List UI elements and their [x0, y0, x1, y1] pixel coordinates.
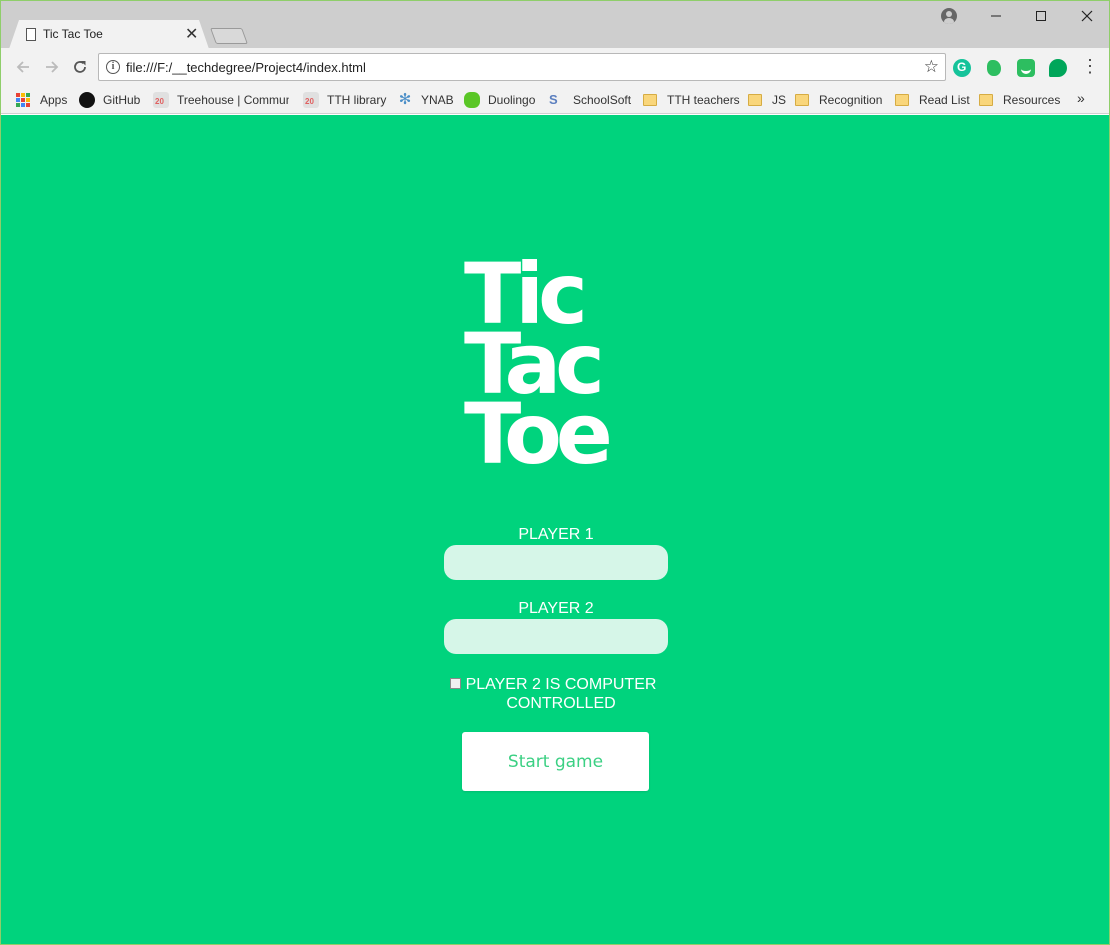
browser-toolbar: i file:///F:/__techdegree/Project4/index…: [1, 48, 1109, 86]
player1-label: PLAYER 1: [518, 526, 594, 543]
folder-icon: [748, 94, 762, 106]
treehouse-icon: [153, 92, 169, 108]
bookmark-ynab[interactable]: ✻ YNAB: [397, 91, 454, 109]
game-logo: Tic Tac Toe: [464, 252, 654, 483]
tab-title: Tic Tac Toe: [43, 27, 103, 41]
browser-window: Tic Tac Toe ✕ i file:///F:/__techdegree/…: [0, 0, 1110, 945]
duolingo-owl-icon: [464, 92, 480, 108]
minimize-button[interactable]: [981, 5, 1011, 27]
github-icon: [79, 92, 95, 108]
maximize-icon: [1036, 11, 1046, 21]
close-icon: [1081, 10, 1093, 22]
page-content: Tic Tac Toe PLAYER 1 PLAYER 2 PLAYER 2 I…: [1, 115, 1109, 944]
bookmarks-bar: Apps GitHub Treehouse | Commun TTH libra…: [1, 86, 1109, 114]
back-button[interactable]: [13, 57, 33, 77]
treehouse-icon: [303, 92, 319, 108]
folder-icon: [643, 94, 657, 106]
maximize-button[interactable]: [1026, 5, 1056, 27]
bookmark-label: Read List: [919, 93, 970, 107]
pocket-extension-icon[interactable]: [1017, 59, 1035, 77]
computer-controlled-label: PLAYER 2 IS COMPUTER CONTROLLED: [465, 676, 657, 712]
bookmark-label: Treehouse | Commun: [177, 93, 289, 107]
bookmark-duolingo[interactable]: Duolingo: [464, 91, 535, 109]
bookmark-label: YNAB: [421, 93, 454, 107]
url-text[interactable]: file:///F:/__techdegree/Project4/index.h…: [126, 60, 366, 75]
bookmark-apps[interactable]: Apps: [16, 91, 67, 109]
bookmark-label: TTH library: [327, 93, 387, 107]
bookmark-label: Recognition: [819, 93, 883, 107]
bookmark-treehouse[interactable]: Treehouse | Commun: [153, 91, 289, 109]
bookmark-recognition[interactable]: Recognition: [795, 91, 882, 109]
grammarly-extension-icon[interactable]: [953, 59, 971, 77]
title-bar: Tic Tac Toe ✕: [1, 1, 1109, 49]
tab-close-icon[interactable]: ✕: [185, 24, 198, 44]
bookmark-star-icon[interactable]: ☆: [924, 57, 939, 77]
bookmark-label: Duolingo: [488, 93, 536, 107]
evernote-extension-icon[interactable]: [985, 59, 1003, 77]
folder-icon: [979, 94, 993, 106]
profile-icon[interactable]: [941, 8, 957, 24]
bookmark-label: GitHub: [103, 93, 141, 107]
reload-icon: [74, 61, 86, 73]
ynab-tree-icon: ✻: [398, 91, 412, 108]
apps-grid-icon: [16, 93, 30, 107]
forward-button[interactable]: [42, 57, 62, 77]
menu-icon[interactable]: ⋮: [1081, 56, 1099, 77]
new-tab-button[interactable]: [210, 28, 248, 44]
bookmark-label: TTH teachers: [667, 93, 740, 107]
bookmark-label: SchoolSoft: [573, 93, 632, 107]
bookmark-label: JS: [772, 93, 787, 107]
bookmark-github[interactable]: GitHub: [79, 91, 140, 109]
bookmark-label: Apps: [40, 93, 68, 107]
address-bar[interactable]: i file:///F:/__techdegree/Project4/index…: [98, 53, 946, 81]
document-icon: [26, 28, 36, 41]
player2-input[interactable]: [444, 619, 668, 654]
bookmark-resources[interactable]: Resources: [979, 91, 1060, 109]
bookmark-tth-teachers[interactable]: TTH teachers: [643, 91, 740, 109]
info-icon[interactable]: i: [106, 60, 120, 74]
close-window-button[interactable]: [1072, 5, 1102, 27]
forward-arrow-icon: [46, 61, 59, 73]
bookmark-tth-library[interactable]: TTH library: [303, 91, 386, 109]
bookmark-label: Resources: [1003, 93, 1061, 107]
start-game-button[interactable]: Start game: [462, 732, 649, 791]
minimize-icon: [991, 15, 1001, 17]
browser-tab[interactable]: Tic Tac Toe ✕: [9, 20, 209, 49]
schoolsoft-icon: S: [549, 92, 558, 107]
bookmark-schoolsoft[interactable]: S SchoolSoft: [549, 91, 631, 109]
back-arrow-icon: [16, 61, 29, 73]
logo-line-toe: Toe: [464, 385, 613, 483]
more-bookmarks-button[interactable]: »: [1077, 90, 1085, 106]
player2-label: PLAYER 2: [518, 600, 594, 617]
player1-input[interactable]: [444, 545, 668, 580]
bookmark-js[interactable]: JS: [748, 91, 786, 109]
bookmark-read-list[interactable]: Read List: [895, 91, 970, 109]
speech-extension-icon[interactable]: [1049, 59, 1067, 77]
folder-icon: [895, 94, 909, 106]
folder-icon: [795, 94, 809, 106]
reload-button[interactable]: [70, 57, 90, 77]
